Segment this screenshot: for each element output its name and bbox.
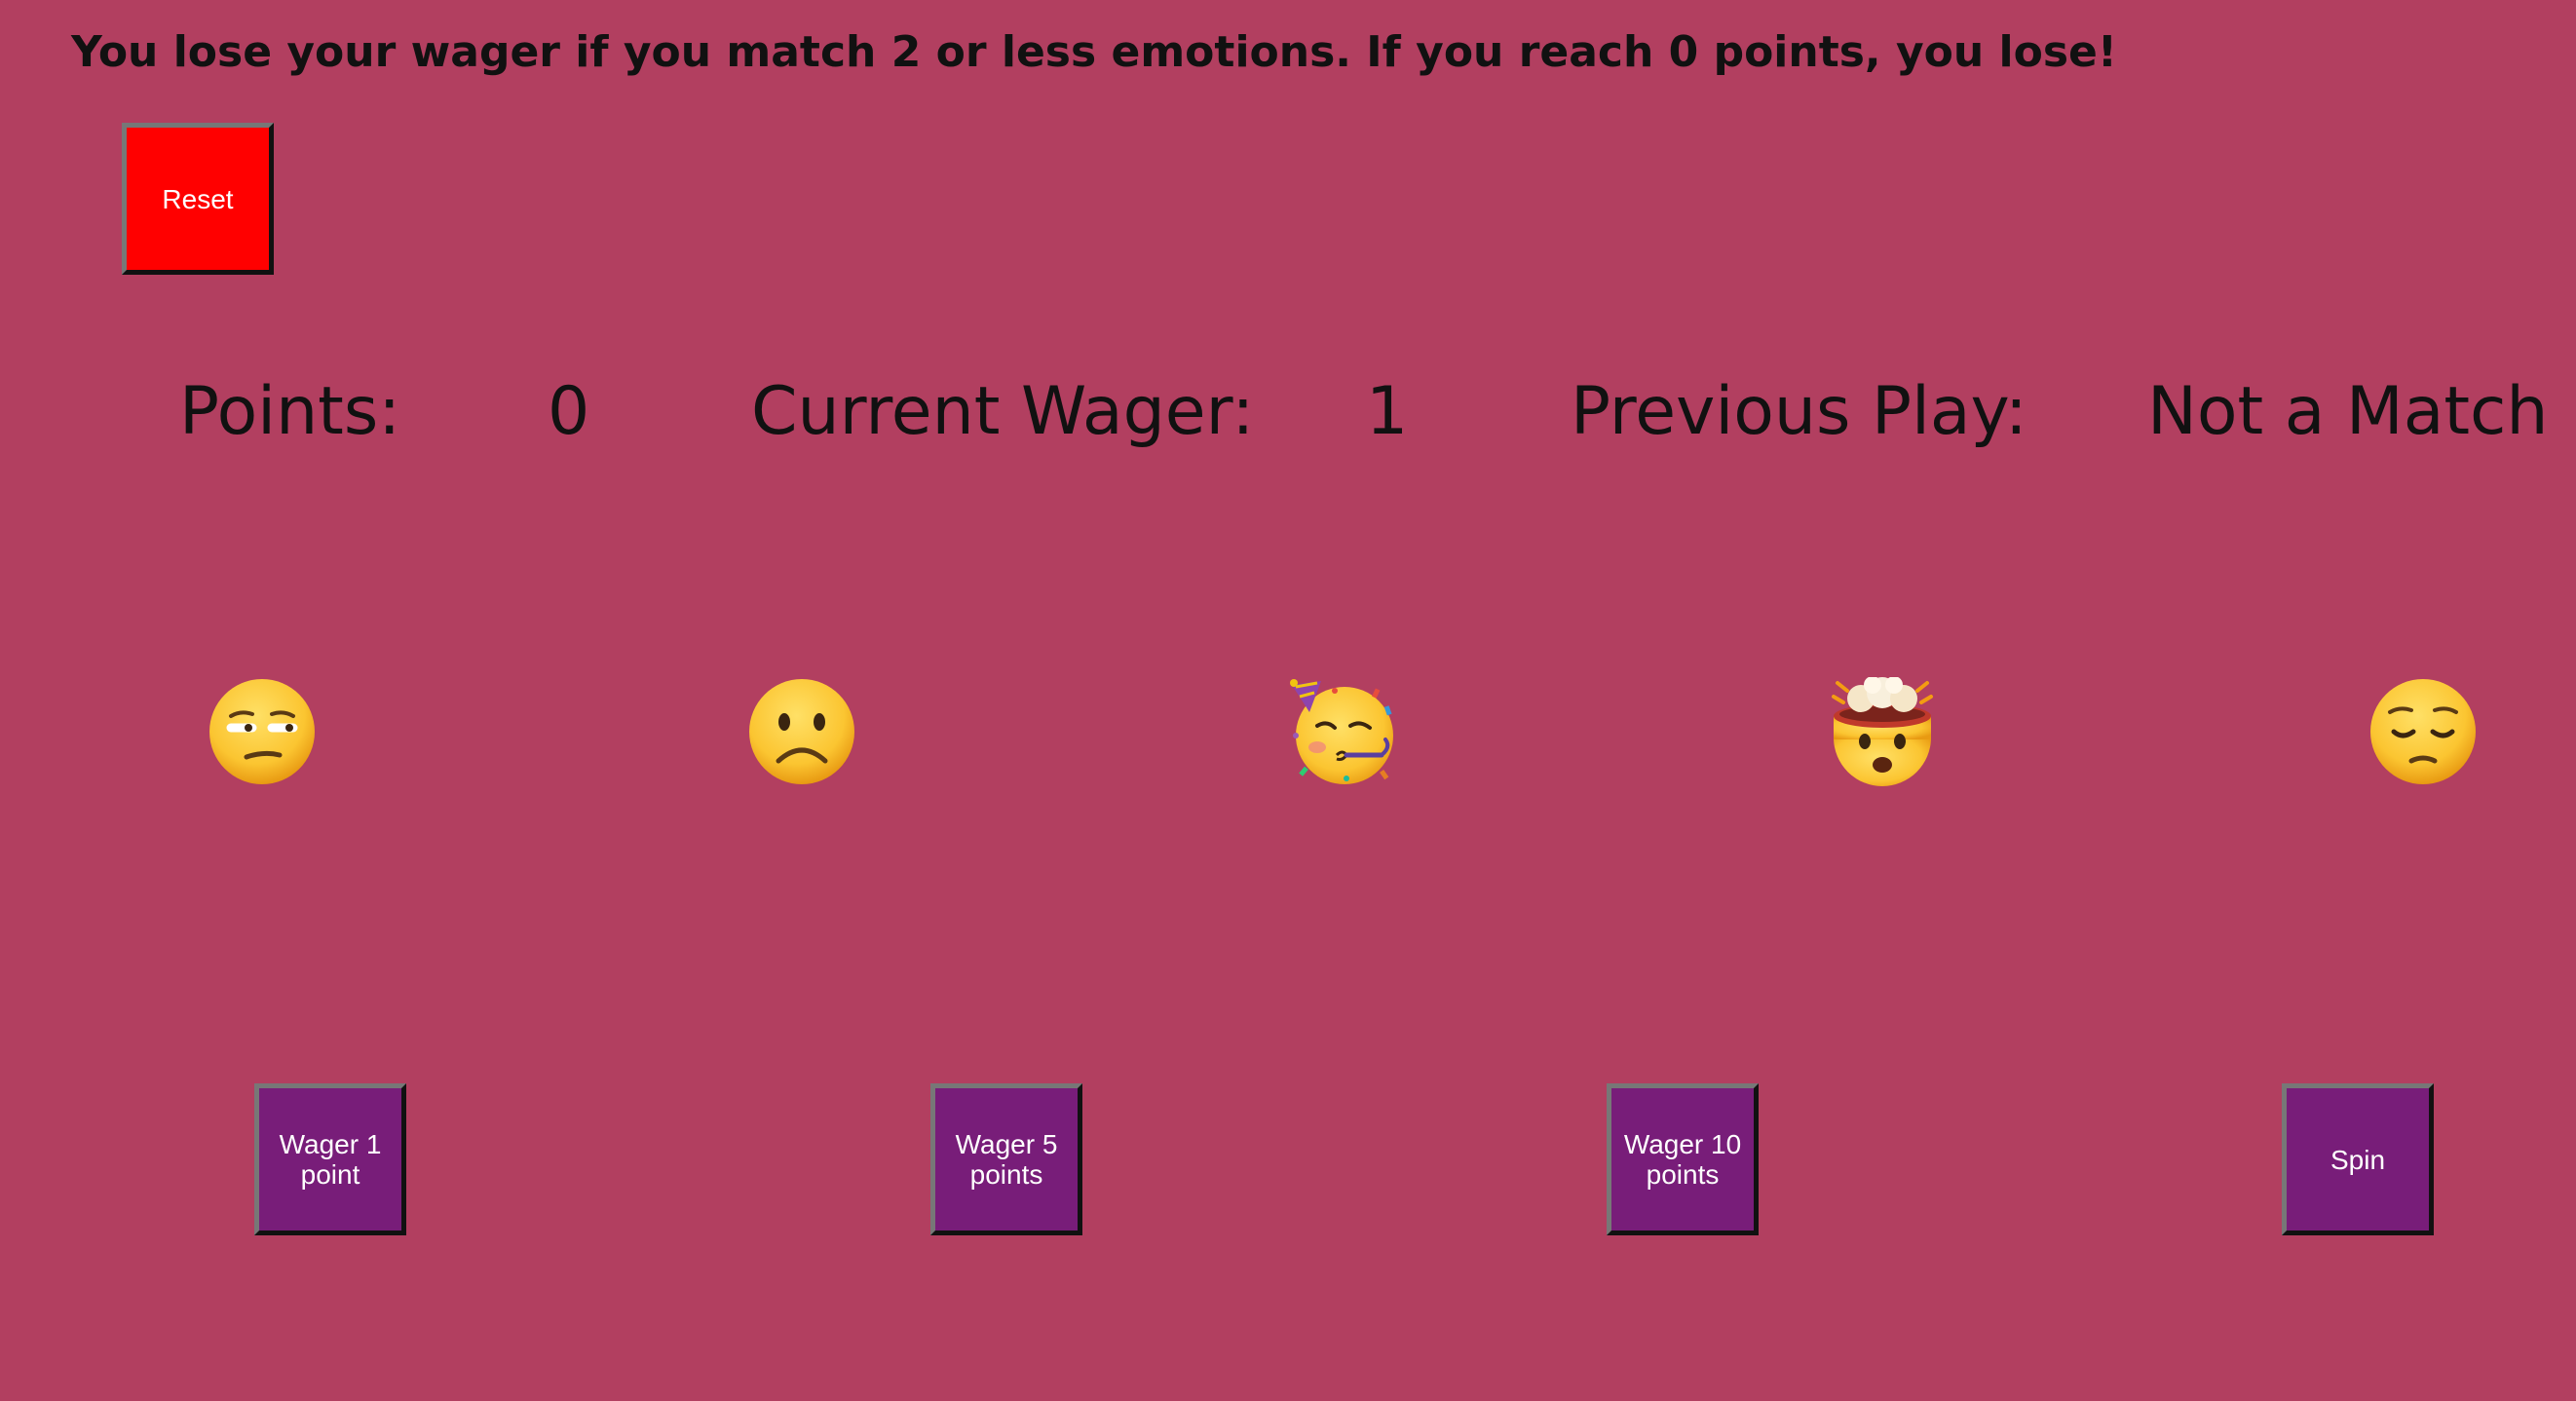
reset-button[interactable]: Reset — [122, 123, 274, 275]
previous-play-label: Previous Play: — [1571, 373, 2027, 450]
instructions-text: You lose your wager if you match 2 or le… — [71, 27, 2117, 77]
wager-1-button[interactable]: Wager 1 point — [254, 1083, 406, 1235]
partying-face-icon — [1288, 677, 1397, 786]
frowning-face-icon — [747, 677, 856, 786]
current-wager-label: Current Wager: — [751, 373, 1255, 450]
current-wager-value: 1 — [1366, 373, 1409, 450]
wager-10-button[interactable]: Wager 10 points — [1607, 1083, 1759, 1235]
wager-5-button[interactable]: Wager 5 points — [930, 1083, 1082, 1235]
exploding-head-icon — [1828, 676, 1937, 786]
points-label: Points: — [179, 373, 401, 450]
unamused-face-icon — [208, 677, 317, 786]
previous-play-value: Not a Match — [2147, 373, 2549, 450]
pensive-face-icon — [2368, 677, 2478, 786]
spin-button[interactable]: Spin — [2282, 1083, 2434, 1235]
points-value: 0 — [548, 373, 590, 450]
